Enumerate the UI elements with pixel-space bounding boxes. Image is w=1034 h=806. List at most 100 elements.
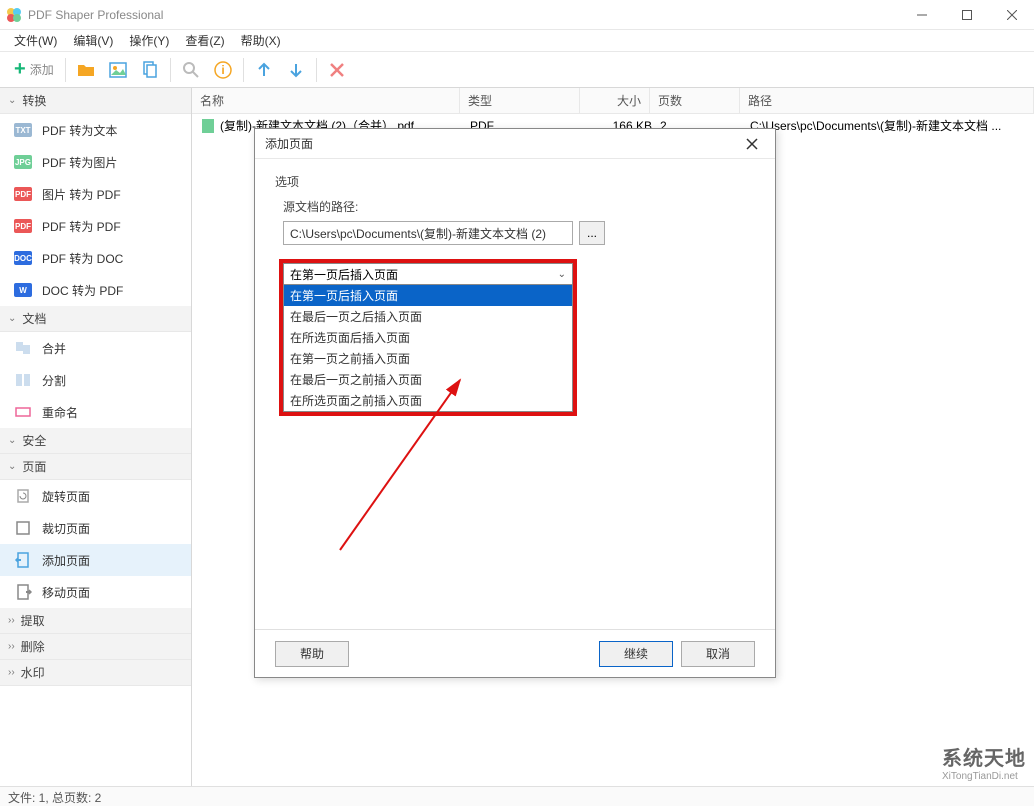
sidebar-group-pages[interactable]: ⌄页面 (0, 454, 191, 480)
col-type[interactable]: 类型 (460, 88, 580, 113)
dialog-title: 添加页面 (265, 135, 739, 152)
sidebar-group-security[interactable]: ⌄安全 (0, 428, 191, 454)
insert-position-highlight: 在第一页后插入页面 ⌄ 在第一页后插入页面 在最后一页之后插入页面 在所选页面后… (279, 259, 577, 416)
copy-icon (141, 61, 159, 79)
add-label: 添加 (30, 61, 54, 78)
insert-position-combo[interactable]: 在第一页后插入页面 ⌄ (283, 263, 573, 285)
pdf-icon: PDF (14, 185, 32, 203)
menu-action[interactable]: 操作(Y) (121, 30, 177, 51)
watermark-url: XiTongTianDi.net (942, 771, 1026, 782)
minimize-button[interactable] (899, 0, 944, 30)
continue-button[interactable]: 继续 (599, 641, 673, 667)
chevron-down-icon: ⌄ (8, 461, 16, 472)
cancel-button[interactable]: 取消 (681, 641, 755, 667)
sidebar-item-pdf-to-pdf[interactable]: PDFPDF 转为 PDF (0, 210, 191, 242)
options-label: 选项 (275, 173, 755, 190)
sidebar-group-watermark[interactable]: ››水印 (0, 660, 191, 686)
dropdown-item[interactable]: 在第一页后插入页面 (284, 285, 572, 306)
down-button[interactable] (281, 57, 311, 83)
search-icon (182, 61, 200, 79)
help-button[interactable]: 帮助 (275, 641, 349, 667)
folder-icon (77, 61, 95, 79)
dropdown-item[interactable]: 在最后一页之前插入页面 (284, 369, 572, 390)
image-button[interactable] (103, 57, 133, 83)
watermark-text: 系统天地 (942, 742, 1026, 771)
chevron-right-icon: ›› (8, 641, 15, 652)
toolbar: + 添加 i (0, 52, 1034, 88)
sidebar-item-pdf-to-text[interactable]: TXTPDF 转为文本 (0, 114, 191, 146)
info-icon: i (214, 61, 232, 79)
status-bar: 文件: 1, 总页数: 2 (0, 786, 1034, 806)
chevron-right-icon: ›› (8, 667, 15, 678)
sidebar-item-split[interactable]: 分割 (0, 364, 191, 396)
watermark: 系统天地 XiTongTianDi.net (942, 742, 1026, 782)
sidebar-item-pdf-to-doc[interactable]: DOCPDF 转为 DOC (0, 242, 191, 274)
arrow-down-icon (287, 61, 305, 79)
dialog-close-button[interactable] (739, 131, 765, 157)
add-page-dialog: 添加页面 选项 源文档的路径: ... 在第一页后插入页面 ⌄ 在第一页后插入页… (254, 128, 776, 678)
dropdown-item[interactable]: 在最后一页之后插入页面 (284, 306, 572, 327)
menu-view[interactable]: 查看(Z) (177, 30, 232, 51)
sidebar-group-delete[interactable]: ››删除 (0, 634, 191, 660)
move-page-icon (14, 583, 32, 601)
col-size[interactable]: 大小 (580, 88, 650, 113)
status-text: 文件: 1, 总页数: 2 (8, 791, 101, 805)
browse-button[interactable]: ... (579, 221, 605, 245)
source-path-label: 源文档的路径: (283, 198, 755, 215)
dialog-title-bar: 添加页面 (255, 129, 775, 159)
delete-button[interactable] (322, 57, 352, 83)
dropdown-item[interactable]: 在所选页面之前插入页面 (284, 390, 572, 411)
x-icon (328, 61, 346, 79)
close-icon (746, 138, 758, 150)
sidebar-item-merge[interactable]: 合并 (0, 332, 191, 364)
search-button[interactable] (176, 57, 206, 83)
pdf-icon: PDF (14, 217, 32, 235)
menu-file[interactable]: 文件(W) (6, 30, 65, 51)
svg-text:i: i (221, 63, 224, 77)
col-pages[interactable]: 页数 (650, 88, 740, 113)
chevron-down-icon: ⌄ (8, 435, 16, 446)
add-page-icon (14, 551, 32, 569)
sidebar-item-add-page[interactable]: 添加页面 (0, 544, 191, 576)
separator (170, 58, 171, 82)
sidebar-group-convert[interactable]: ⌄转换 (0, 88, 191, 114)
dropdown-item[interactable]: 在第一页之前插入页面 (284, 348, 572, 369)
separator (243, 58, 244, 82)
up-button[interactable] (249, 57, 279, 83)
sidebar-group-document[interactable]: ⌄文档 (0, 306, 191, 332)
jpg-icon: JPG (14, 153, 32, 171)
source-path-input[interactable] (283, 221, 573, 245)
file-path: C:\Users\pc\Documents\(复制)-新建文本文档 ... (746, 117, 1026, 134)
add-button[interactable]: + 添加 (8, 54, 60, 85)
info-button[interactable]: i (208, 57, 238, 83)
separator (65, 58, 66, 82)
combo-value: 在第一页后插入页面 (290, 266, 398, 283)
menu-help[interactable]: 帮助(X) (233, 30, 289, 51)
rename-icon (14, 403, 32, 421)
rotate-icon (14, 487, 32, 505)
column-headers: 名称 类型 大小 页数 路径 (192, 88, 1034, 114)
sidebar-item-rotate[interactable]: 旋转页面 (0, 480, 191, 512)
sidebar-item-crop[interactable]: 裁切页面 (0, 512, 191, 544)
merge-icon (14, 339, 32, 357)
sidebar-group-extract[interactable]: ››提取 (0, 608, 191, 634)
sidebar-item-move-page[interactable]: 移动页面 (0, 576, 191, 608)
menu-edit[interactable]: 编辑(V) (65, 30, 121, 51)
chevron-right-icon: ›› (8, 615, 15, 626)
app-title: PDF Shaper Professional (28, 8, 899, 22)
dropdown-item[interactable]: 在所选页面后插入页面 (284, 327, 572, 348)
sidebar-item-image-to-pdf[interactable]: PDF图片 转为 PDF (0, 178, 191, 210)
maximize-button[interactable] (944, 0, 989, 30)
col-path[interactable]: 路径 (740, 88, 1034, 113)
col-name[interactable]: 名称 (192, 88, 460, 113)
crop-icon (14, 519, 32, 537)
sidebar-item-doc-to-pdf[interactable]: WDOC 转为 PDF (0, 274, 191, 306)
close-button[interactable] (989, 0, 1034, 30)
arrow-up-icon (255, 61, 273, 79)
copy-button[interactable] (135, 57, 165, 83)
folder-button[interactable] (71, 57, 101, 83)
sidebar-item-pdf-to-image[interactable]: JPGPDF 转为图片 (0, 146, 191, 178)
insert-position-dropdown: 在第一页后插入页面 在最后一页之后插入页面 在所选页面后插入页面 在第一页之前插… (283, 285, 573, 412)
sidebar: ⌄转换 TXTPDF 转为文本 JPGPDF 转为图片 PDF图片 转为 PDF… (0, 88, 192, 786)
sidebar-item-rename[interactable]: 重命名 (0, 396, 191, 428)
